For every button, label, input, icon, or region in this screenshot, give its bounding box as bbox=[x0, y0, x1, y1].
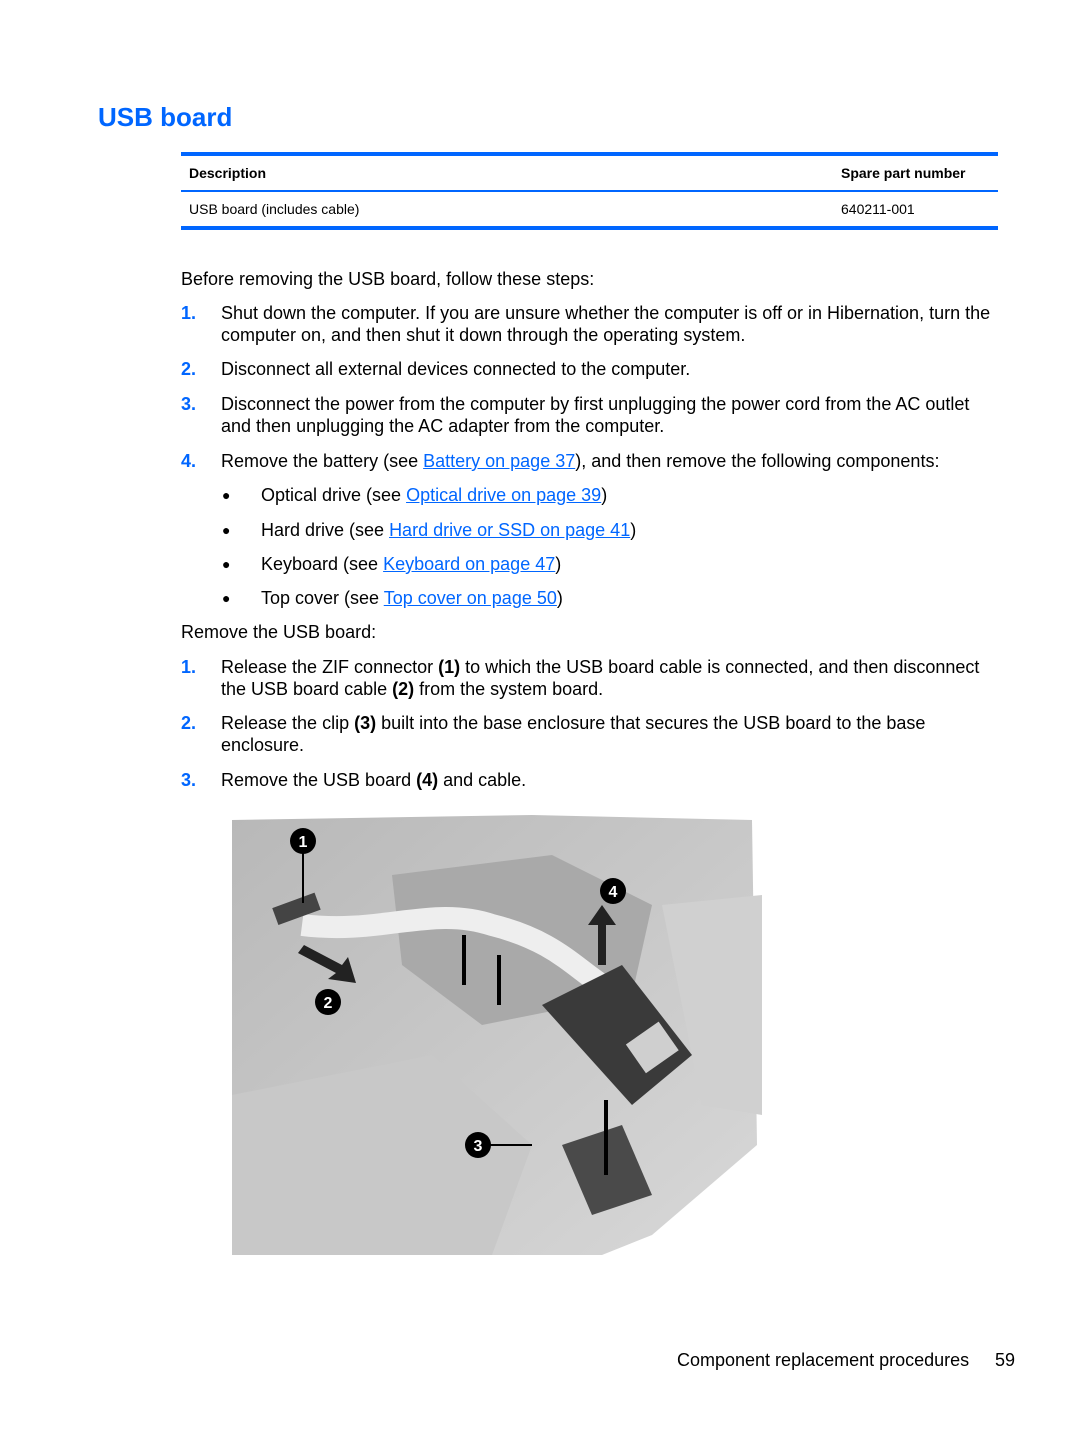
svg-text:2: 2 bbox=[324, 995, 333, 1012]
top-cover-link[interactable]: Top cover on page 50 bbox=[384, 588, 557, 608]
optical-drive-link[interactable]: Optical drive on page 39 bbox=[406, 485, 601, 505]
step-text: Remove the battery (see Battery on page … bbox=[221, 450, 1001, 472]
text: ) bbox=[556, 588, 563, 608]
text: Top cover (see bbox=[261, 588, 384, 608]
bullet: ● bbox=[222, 522, 231, 538]
text: Optical drive (see bbox=[261, 485, 407, 505]
battery-link[interactable]: Battery on page 37 bbox=[423, 451, 575, 471]
component-item: Top cover (see Top cover on page 50) bbox=[261, 587, 563, 609]
callout-ref: (4) bbox=[416, 770, 439, 790]
step-number: 1. bbox=[181, 303, 197, 323]
text: and cable. bbox=[438, 770, 527, 790]
svg-text:3: 3 bbox=[474, 1138, 483, 1155]
spare-parts-table: Description Spare part number USB board … bbox=[181, 152, 998, 230]
step-number: 1. bbox=[181, 657, 197, 677]
svg-text:1: 1 bbox=[299, 834, 308, 851]
text: Keyboard (see bbox=[261, 554, 384, 574]
component-item: Optical drive (see Optical drive on page… bbox=[261, 484, 607, 506]
callout-1: 1 bbox=[290, 828, 316, 854]
step-number: 3. bbox=[181, 770, 197, 790]
text: ), and then remove the following compone… bbox=[575, 451, 940, 471]
text: ) bbox=[601, 485, 608, 505]
callout-ref: (2) bbox=[392, 679, 415, 699]
cell-description: USB board (includes cable) bbox=[189, 201, 360, 217]
svg-text:4: 4 bbox=[609, 884, 618, 901]
document-page: USB board Description Spare part number … bbox=[0, 0, 1080, 1437]
page-title: USB board bbox=[98, 102, 233, 132]
header-description: Description bbox=[189, 165, 267, 181]
text: Release the clip bbox=[221, 713, 355, 733]
callout-ref: (3) bbox=[354, 713, 377, 733]
keyboard-link[interactable]: Keyboard on page 47 bbox=[383, 554, 555, 574]
step-number: 4. bbox=[181, 451, 197, 471]
table-header: Description Spare part number bbox=[181, 156, 998, 190]
footer-section: Component replacement procedures bbox=[677, 1350, 970, 1370]
text: Hard drive (see bbox=[261, 520, 390, 540]
header-part-number: Spare part number bbox=[841, 165, 966, 181]
cell-part-number: 640211-001 bbox=[841, 201, 915, 217]
usb-board-removal-illustration: 1 2 3 4 bbox=[232, 815, 762, 1255]
text: ) bbox=[630, 520, 637, 540]
bullet: ● bbox=[222, 590, 231, 606]
text: Release the ZIF connector bbox=[221, 657, 439, 677]
step-text: Disconnect all external devices connecte… bbox=[221, 359, 691, 379]
component-item: Keyboard (see Keyboard on page 47) bbox=[261, 553, 561, 575]
bullet: ● bbox=[222, 487, 231, 503]
callout-4: 4 bbox=[600, 878, 626, 904]
text: ) bbox=[555, 554, 562, 574]
callout-ref: (1) bbox=[438, 657, 461, 677]
callout-3: 3 bbox=[465, 1132, 491, 1158]
bullet: ● bbox=[222, 556, 231, 572]
text: Remove the USB board bbox=[221, 770, 417, 790]
step-number: 2. bbox=[181, 359, 197, 379]
component-item: Hard drive (see Hard drive or SSD on pag… bbox=[261, 519, 636, 541]
step-text: Release the clip (3) built into the base… bbox=[221, 712, 951, 756]
step-number: 2. bbox=[181, 713, 197, 733]
page-number: 59 bbox=[995, 1350, 1016, 1370]
remove-intro: Remove the USB board: bbox=[181, 622, 377, 642]
intro-text: Before removing the USB board, follow th… bbox=[181, 269, 595, 289]
callout-2: 2 bbox=[315, 989, 341, 1015]
text: from the system board. bbox=[414, 679, 604, 699]
step-text: Disconnect the power from the computer b… bbox=[221, 394, 970, 436]
step-text: Release the ZIF connector (1) to which t… bbox=[221, 656, 996, 700]
text: Remove the battery (see bbox=[221, 451, 424, 471]
step-number: 3. bbox=[181, 394, 197, 414]
step-text: Shut down the computer. If you are unsur… bbox=[221, 303, 991, 345]
table-row: USB board (includes cable) 640211-001 bbox=[181, 192, 998, 226]
step-text: Remove the USB board (4) and cable. bbox=[221, 769, 1001, 791]
hard-drive-link[interactable]: Hard drive or SSD on page 41 bbox=[389, 520, 630, 540]
